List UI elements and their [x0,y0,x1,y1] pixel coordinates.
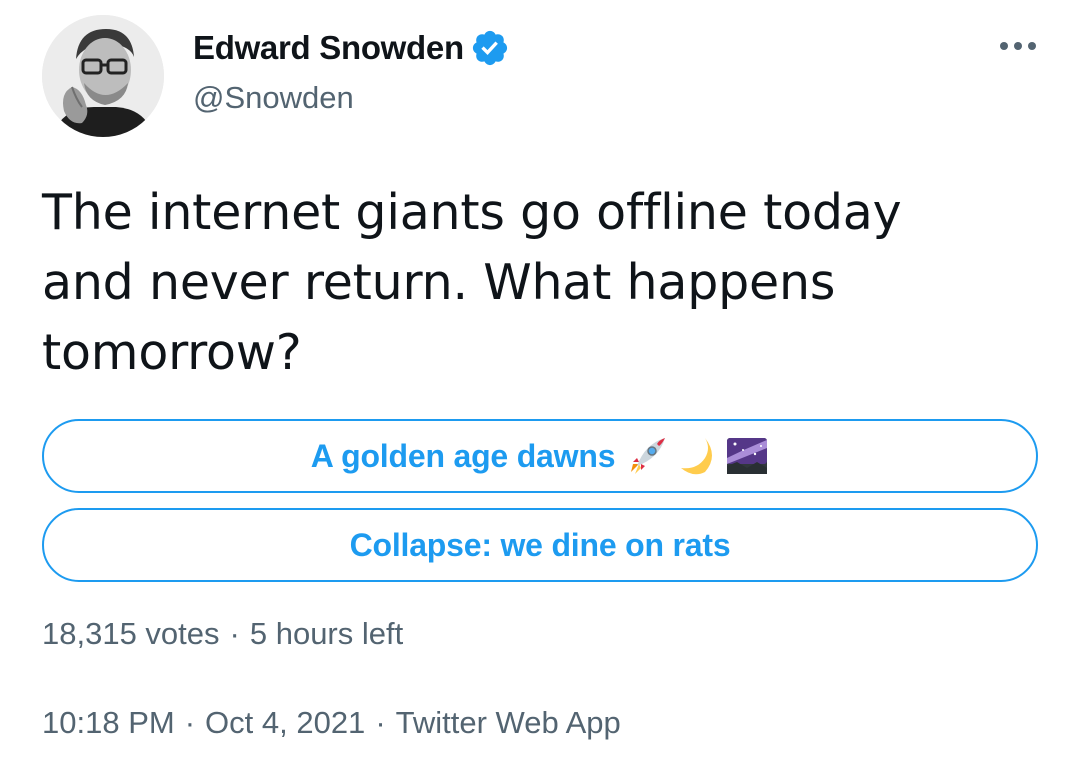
avatar[interactable] [42,15,164,137]
more-options-icon [1000,42,1036,50]
poll-time-left: 5 hours left [249,616,404,651]
author-display-name[interactable]: Edward Snowden [193,29,464,67]
poll-meta: 18,315 votes · 5 hours left [42,616,403,652]
milky-way-icon [727,438,768,474]
separator: · [184,705,196,740]
author-name-row: Edward Snowden [193,26,510,70]
poll-option-golden-age[interactable]: A golden age dawns [42,419,1038,493]
more-options-button[interactable] [994,28,1042,64]
separator: · [229,616,240,651]
author-handle[interactable]: @Snowden [193,80,354,116]
poll-vote-count: 18,315 votes [42,616,220,651]
profile-photo [42,15,164,137]
tweet-time[interactable]: 10:18 PM [42,705,175,740]
poll-option-emojis [625,434,769,478]
tweet-timestamp-row: 10:18 PM · Oct 4, 2021 · Twitter Web App [42,705,621,741]
verified-badge-icon [470,28,510,68]
tweet-text: The internet giants go offline today and… [42,184,902,381]
tweet-date[interactable]: Oct 4, 2021 [205,705,365,740]
poll-option-label: A golden age dawns [310,437,616,474]
rocket-icon [631,438,666,474]
crescent-moon-icon [681,438,713,475]
poll-option-collapse[interactable]: Collapse: we dine on rats [42,508,1038,582]
tweet-source[interactable]: Twitter Web App [396,705,621,740]
separator: · [375,705,386,740]
poll-option-label: Collapse: we dine on rats [349,526,731,563]
